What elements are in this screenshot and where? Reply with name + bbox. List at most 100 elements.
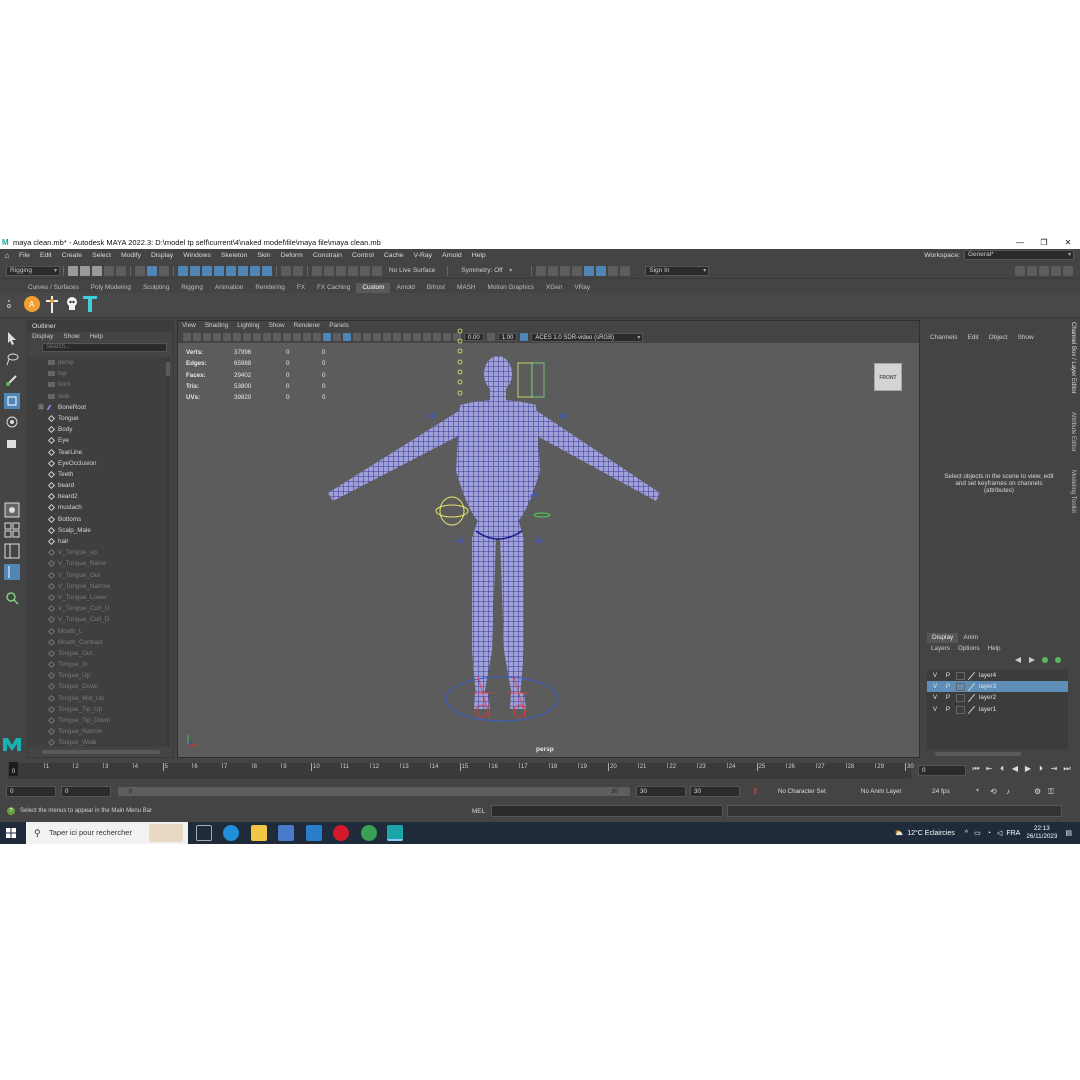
layer-color-swatch-icon[interactable] (967, 672, 976, 680)
snap-grid-icon[interactable] (312, 265, 322, 276)
shelf-tab-mash[interactable]: MASH (451, 283, 481, 293)
highlight-selection-icon[interactable] (293, 265, 303, 276)
current-time-marker[interactable]: 0 (9, 762, 18, 776)
pause-render-icon[interactable] (620, 265, 631, 276)
notifications-icon[interactable]: ▤ (1065, 829, 1072, 837)
shelf-teal-tool-icon[interactable] (83, 296, 97, 312)
attribute-editor-icon[interactable] (1039, 266, 1049, 276)
open-scene-icon[interactable] (80, 265, 90, 276)
outliner-menu-help[interactable]: Help (90, 332, 103, 342)
menu-edit[interactable]: Edit (35, 252, 57, 259)
command-line-input[interactable] (491, 805, 723, 817)
menu-control[interactable]: Control (347, 252, 379, 259)
maya-taskbar-icon[interactable] (387, 825, 403, 841)
outliner-item[interactable]: Scalp_Male (28, 525, 167, 536)
sound-icon[interactable]: ♪ (1006, 786, 1010, 797)
outliner-search-input[interactable]: Search... (42, 343, 167, 352)
outliner-item[interactable]: top (28, 368, 167, 379)
outliner-item[interactable]: Tongue_In (28, 659, 167, 670)
construction-history-icon[interactable] (536, 265, 547, 276)
go-to-end-icon[interactable]: ⏭ (1061, 764, 1073, 774)
render-current-frame-icon[interactable] (548, 265, 559, 276)
layer-playback-toggle[interactable]: P (944, 670, 952, 681)
edge-browser-icon[interactable] (223, 825, 239, 841)
move-tool-icon[interactable] (4, 393, 20, 409)
outliner-item[interactable]: V_Tongue_Raise (28, 558, 167, 569)
hypershade-icon[interactable] (584, 265, 595, 276)
layer-display-type-toggle[interactable] (956, 705, 965, 714)
outliner-item[interactable]: TearLine (28, 447, 167, 458)
step-back-frame-icon[interactable]: ⏴ (996, 764, 1008, 774)
microsoft-store-icon[interactable] (278, 825, 294, 841)
menu-arnold[interactable]: Arnold (437, 252, 467, 259)
windows-start-icon[interactable] (6, 828, 16, 838)
outliner-item[interactable]: Tongue (28, 413, 167, 424)
clock[interactable]: 22:13 26/11/2023 (1026, 825, 1057, 841)
character-mesh[interactable] (328, 356, 660, 709)
select-hierarchy-icon[interactable] (135, 265, 145, 276)
time-slider-track[interactable]: 1 2 3 4 5 6 7 8 9 10 11 12 13 14 15 16 17 18 19 20 21 22 23 24 2… (8, 763, 914, 779)
shelf-tab-motion-graphics[interactable]: Motion Graphics (482, 283, 541, 293)
layer-playback-toggle[interactable]: P (944, 692, 952, 703)
layer-row[interactable]: V Player2 (927, 692, 1068, 703)
save-scene-icon[interactable] (92, 265, 102, 276)
home-icon[interactable]: ⌂ (0, 251, 14, 260)
menu-constrain[interactable]: Constrain (308, 252, 347, 259)
layer-playback-toggle[interactable]: P (944, 681, 952, 692)
channel-menu-show[interactable]: Show (1017, 333, 1033, 343)
layer-tab-display[interactable]: Display (927, 633, 959, 643)
scrollbar-thumb[interactable] (166, 362, 170, 376)
rotate-tool-icon[interactable] (4, 414, 20, 430)
symmetry-dropdown[interactable]: Symmetry: Off (457, 265, 516, 276)
new-empty-layer-icon[interactable] (1042, 657, 1048, 663)
outliner-item[interactable]: EyeOcclusion (28, 458, 167, 469)
menu-display[interactable]: Display (146, 252, 178, 259)
outliner-item[interactable]: V_Tongue_Lower (28, 592, 167, 603)
menu-help[interactable]: Help (467, 252, 491, 259)
shelf-tab-vray[interactable]: VRay (568, 283, 596, 293)
language-indicator[interactable]: FRA (1006, 830, 1020, 837)
zoom-tool-icon[interactable] (4, 590, 20, 606)
menu-cache[interactable]: Cache (379, 252, 409, 259)
shelf-tab-sculpting[interactable]: Sculpting (137, 283, 175, 293)
taskbar-search-box[interactable]: ⚲ Taper ici pour rechercher (26, 822, 188, 844)
outliner-item[interactable]: Bottoms (28, 514, 167, 525)
sign-in-dropdown[interactable]: Sign In (645, 265, 710, 276)
loop-icon[interactable]: ⟲ (990, 786, 997, 797)
outliner-vertical-scrollbar[interactable] (166, 357, 170, 747)
go-to-start-icon[interactable]: ⏮ (970, 764, 982, 774)
menuset-dropdown[interactable]: Rigging (6, 265, 60, 276)
scene-end-field[interactable]: 30 (690, 786, 740, 797)
layer-visibility-toggle[interactable]: V (931, 704, 939, 715)
outliner-item[interactable]: Tongue_Tip_Down (28, 715, 167, 726)
layer-display-type-toggle[interactable] (956, 672, 965, 680)
layer-row[interactable]: V Player1 (927, 704, 1068, 715)
paint-select-tool-icon[interactable] (4, 372, 20, 388)
mask-dynamics-icon[interactable] (238, 265, 248, 276)
scale-tool-icon[interactable] (4, 435, 20, 451)
layer-display-type-toggle[interactable] (956, 694, 965, 703)
shelf-settings-icon[interactable] (7, 300, 11, 308)
expand-icon[interactable]: ⊞ (38, 402, 44, 413)
outliner-item[interactable]: Tongue_Out (28, 648, 167, 659)
mask-handle-icon[interactable] (178, 265, 188, 276)
outliner-item[interactable]: Tongue_Tip_Up (28, 704, 167, 715)
side-tab-attribute-editor[interactable]: Attribute Editor (1070, 412, 1076, 452)
current-frame-field[interactable]: 0 (918, 765, 966, 776)
shelf-tab-bifrost[interactable]: Bifrost (421, 283, 451, 293)
move-layer-up-icon[interactable] (1015, 657, 1021, 663)
render-view-icon[interactable] (596, 265, 607, 276)
layer-color-swatch-icon[interactable] (967, 706, 976, 714)
shelf-tab-fx-caching[interactable]: FX Caching (311, 283, 356, 293)
outliner-item[interactable]: side (28, 391, 167, 402)
mask-misc-icon[interactable] (262, 265, 272, 276)
shelf-tab-rigging[interactable]: Rigging (175, 283, 209, 293)
lasso-tool-icon[interactable] (4, 351, 20, 367)
step-forward-key-icon[interactable]: ⇥ (1048, 764, 1060, 774)
shelf-tab-arnold[interactable]: Arnold (390, 283, 420, 293)
task-view-icon[interactable] (196, 825, 212, 841)
move-layer-down-icon[interactable] (1029, 657, 1035, 663)
menu-windows[interactable]: Windows (178, 252, 216, 259)
menu-deform[interactable]: Deform (276, 252, 308, 259)
channel-box-icon[interactable] (1063, 266, 1073, 276)
